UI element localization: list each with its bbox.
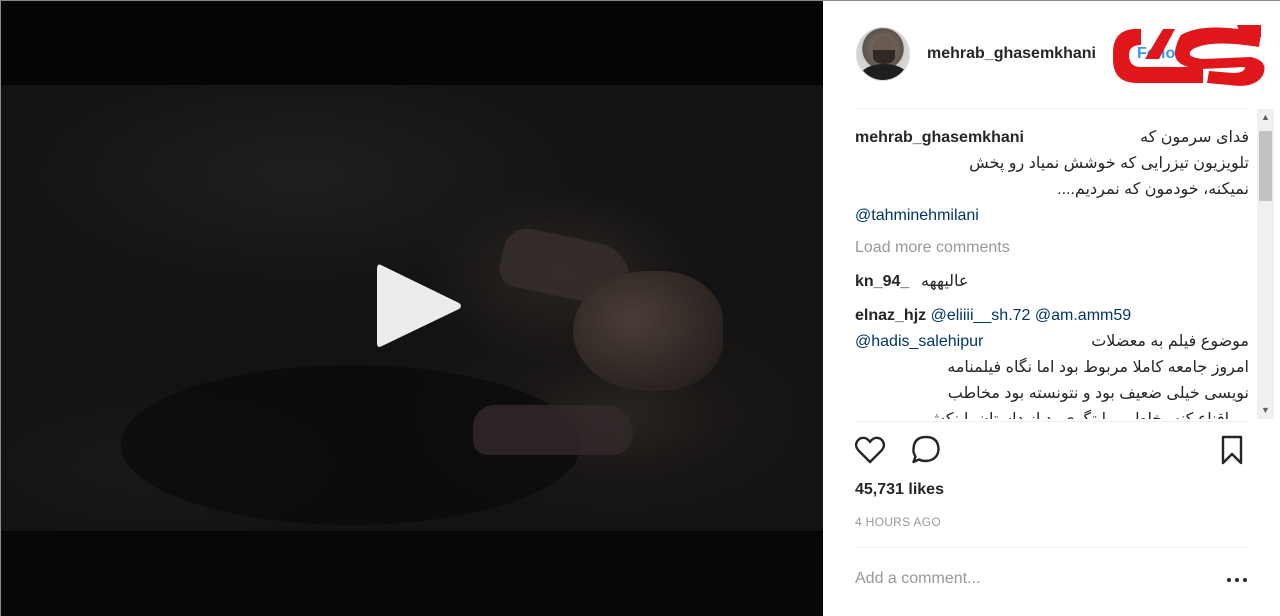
comments-list[interactable]: mehrab_ghasemkhani فدای سرمون که تلویزیو…	[855, 121, 1249, 419]
comments-scrollbar[interactable]: ▲ ▼	[1257, 109, 1274, 419]
post-header: mehrab_ghasemkhani Follow	[823, 1, 1280, 109]
comment-mentions[interactable]: @eliiii__sh.72 @am.amm59	[931, 307, 1132, 324]
header-username[interactable]: mehrab_ghasemkhani	[927, 45, 1096, 63]
comments-divider	[855, 421, 1249, 422]
caption-username[interactable]: mehrab_ghasemkhani	[855, 125, 1024, 151]
comment-text: عالیههه	[921, 273, 969, 290]
comment-text-line3: نویسی خیلی ضعیف بود و نتونسته بود مخاطب	[947, 385, 1249, 402]
post-timestamp[interactable]: 4 HOURS AGO	[855, 515, 941, 529]
action-bar	[823, 433, 1280, 473]
footer-divider	[855, 547, 1249, 548]
comment-username[interactable]: elnaz_hjz	[855, 307, 926, 324]
watermark-logo	[1111, 19, 1271, 91]
caption: mehrab_ghasemkhani فدای سرمون که تلویزیو…	[855, 125, 1249, 229]
caption-text-line1: فدای سرمون که	[1140, 129, 1249, 146]
comment-text-line2: امروز جامعه کاملا مربوط بود اما نگاه فیل…	[947, 359, 1249, 376]
post-side-panel: mehrab_ghasemkhani Follow mehrab_ghasemk…	[823, 1, 1280, 616]
comment-mention[interactable]: @hadis_salehipur	[855, 329, 983, 355]
header-divider	[855, 108, 1249, 109]
comment-text-line4: رو اقناع کنه،بخاطر روایتگری بد از داستان…	[855, 407, 1249, 419]
post-video[interactable]	[1, 1, 823, 616]
instagram-post-window: mehrab_ghasemkhani Follow mehrab_ghasemk…	[0, 0, 1280, 616]
comment-text-line1: موضوع فیلم به معضلات	[1091, 333, 1249, 350]
video-letterbox-bottom	[1, 531, 823, 616]
caption-text-line2: تلویزیون تیزرایی که خوشش نمیاد رو پخش	[969, 155, 1249, 172]
play-icon[interactable]	[373, 259, 465, 353]
scroll-down-arrow-icon[interactable]: ▼	[1257, 402, 1274, 419]
video-figure-face	[573, 271, 723, 391]
heart-icon[interactable]	[853, 433, 887, 467]
avatar[interactable]	[856, 27, 910, 81]
scrollbar-thumb[interactable]	[1259, 131, 1272, 201]
video-figure-hand-lower	[473, 405, 633, 455]
comment-username[interactable]: kn_94_	[855, 269, 909, 295]
caption-text-line3: نمیکنه، خودمون که نمردیم....	[1057, 181, 1249, 198]
likes-count[interactable]: 45,731 likes	[855, 481, 944, 499]
add-comment-input[interactable]	[855, 569, 1185, 589]
more-options-icon[interactable]	[1225, 569, 1249, 589]
list-item: elnaz_hjz @eliiii__sh.72 @am.amm59 @hadi…	[855, 303, 1249, 419]
load-more-comments-button[interactable]: Load more comments	[855, 235, 1010, 261]
comment-bubble-icon[interactable]	[909, 433, 943, 467]
list-item: kn_94_ عالیههه	[855, 269, 1249, 295]
video-letterbox-top	[1, 1, 823, 85]
caption-mention[interactable]: @tahminehmilani	[855, 203, 1249, 229]
scroll-up-arrow-icon[interactable]: ▲	[1257, 109, 1274, 126]
bookmark-icon[interactable]	[1215, 433, 1249, 467]
